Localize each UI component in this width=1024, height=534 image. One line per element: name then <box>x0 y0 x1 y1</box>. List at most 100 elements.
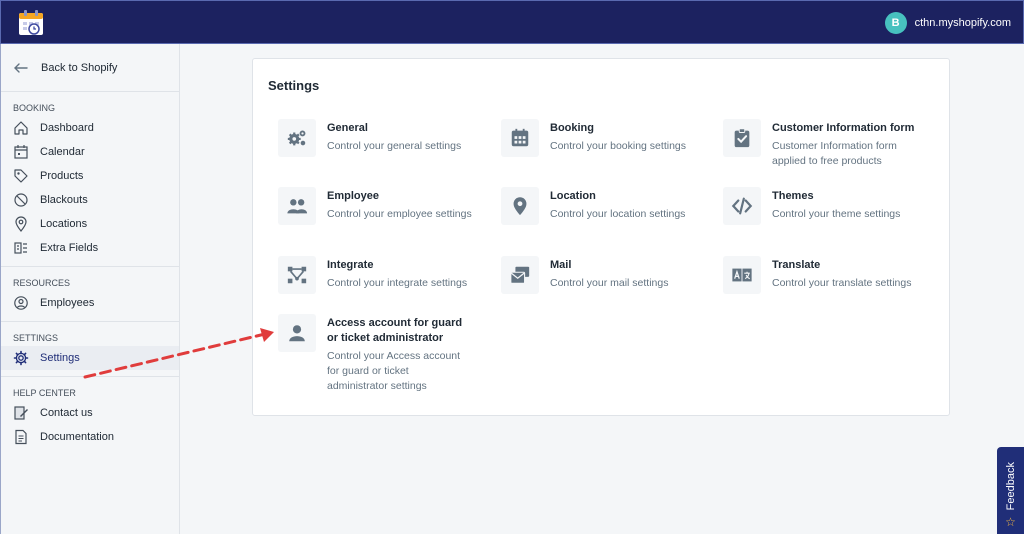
integrate-icon <box>287 266 307 284</box>
page-title: Settings <box>268 78 320 93</box>
sidebar: Back to Shopify BOOKING Dashboard Calend… <box>0 44 180 534</box>
settings-card-mail[interactable]: Mail Control your mail settings <box>501 256 700 294</box>
sidebar-item-documentation[interactable]: Documentation <box>1 425 179 449</box>
sidebar-item-settings[interactable]: Settings <box>1 346 179 370</box>
settings-card-employee[interactable]: Employee Control your employee settings <box>278 187 477 225</box>
section-title: BOOKING <box>13 103 56 113</box>
settings-card-access-account[interactable]: Access account for guard or ticket admin… <box>278 314 467 394</box>
sidebar-item-label: Calendar <box>40 146 85 158</box>
map-pin-icon <box>513 197 527 216</box>
sidebar-item-products[interactable]: Products <box>1 164 179 188</box>
settings-card-location[interactable]: Location Control your location settings <box>501 187 700 225</box>
code-icon <box>731 197 753 215</box>
card-title: General <box>327 122 368 134</box>
feedback-label: Feedback <box>1004 461 1017 510</box>
card-icon-box <box>501 256 539 294</box>
card-description: Control your mail settings <box>550 277 669 289</box>
card-description: Customer Information form applied to fre… <box>772 140 897 167</box>
card-description: Control your integrate settings <box>327 277 468 289</box>
card-description: Control your booking settings <box>550 140 686 152</box>
back-to-shopify-label: Back to Shopify <box>41 61 118 74</box>
card-icon-box <box>723 187 761 225</box>
settings-card-translate[interactable]: Translate Control your translate setting… <box>723 256 932 294</box>
card-title: Customer Information form <box>772 122 915 134</box>
card-icon-box <box>501 187 539 225</box>
card-title: Access account for guard or ticket admin… <box>327 317 463 344</box>
card-description: Control your Access account for guard or… <box>327 350 461 392</box>
sidebar-section-settings: SETTINGS Settings <box>1 322 179 377</box>
card-description: Control your translate settings <box>772 277 912 289</box>
user-circle-icon <box>14 296 28 310</box>
card-icon-box <box>278 314 316 352</box>
mail-icon <box>510 266 530 284</box>
settings-card-customer-information-form[interactable]: Customer Information form Customer Infor… <box>723 119 932 169</box>
translate-icon <box>732 268 752 282</box>
user-icon <box>289 325 305 342</box>
card-description: Control your theme settings <box>772 208 901 220</box>
sidebar-item-extra-fields[interactable]: Extra Fields <box>1 236 179 260</box>
avatar[interactable]: B <box>884 12 907 34</box>
sidebar-item-dashboard[interactable]: Dashboard <box>1 116 179 140</box>
card-icon-box <box>278 187 316 225</box>
calendar-logo-icon[interactable] <box>17 9 45 37</box>
card-title: Booking <box>550 122 594 134</box>
sidebar-item-label: Products <box>40 170 84 182</box>
sidebar-item-locations[interactable]: Locations <box>1 212 179 236</box>
card-description: Control your location settings <box>550 208 686 220</box>
sidebar-item-label: Dashboard <box>40 122 94 134</box>
sidebar-section-help-center: HELP CENTER Contact us Documentation <box>1 377 179 455</box>
sidebar-item-label: Blackouts <box>40 194 88 206</box>
store-switcher[interactable]: B cthn.myshopify.com <box>884 12 1011 34</box>
card-title: Employee <box>327 190 379 202</box>
card-description: Control your employee settings <box>327 208 472 220</box>
settings-panel: Settings General Control your general se… <box>252 58 950 416</box>
card-icon-box <box>278 256 316 294</box>
sidebar-item-label: Contact us <box>40 407 93 419</box>
sidebar-item-calendar[interactable]: Calendar <box>1 140 179 164</box>
arrow-left-icon <box>14 62 28 73</box>
settings-card-general[interactable]: General Control your general settings <box>278 119 477 157</box>
home-icon <box>14 121 28 135</box>
sidebar-item-label: Locations <box>40 218 88 230</box>
sidebar-item-blackouts[interactable]: Blackouts <box>1 188 179 212</box>
card-title: Mail <box>550 259 572 271</box>
sidebar-item-employees[interactable]: Employees <box>1 291 179 315</box>
card-description: Control your general settings <box>327 140 462 152</box>
settings-card-integrate[interactable]: Integrate Control your integrate setting… <box>278 256 477 294</box>
sidebar-item-label: Employees <box>40 297 95 309</box>
sidebar-item-label: Settings <box>40 352 80 364</box>
location-pin-icon <box>15 216 27 232</box>
card-title: Themes <box>772 190 814 202</box>
ban-icon <box>14 193 28 207</box>
section-title: RESOURCES <box>13 278 71 288</box>
sidebar-item-contact-us[interactable]: Contact us <box>1 401 179 425</box>
card-icon-box <box>501 119 539 157</box>
calendar-icon <box>14 145 28 159</box>
section-title: SETTINGS <box>13 333 59 343</box>
edit-note-icon <box>14 406 28 420</box>
card-title: Location <box>550 190 596 202</box>
calendar-icon <box>511 128 529 147</box>
gears-icon <box>287 130 306 146</box>
star-icon: ☆ <box>1005 515 1016 529</box>
card-title: Integrate <box>327 259 374 271</box>
top-bar: B cthn.myshopify.com <box>0 0 1024 44</box>
settings-card-booking[interactable]: Booking Control your booking settings <box>501 119 700 157</box>
card-icon-box <box>278 119 316 157</box>
document-icon <box>15 429 27 445</box>
form-fields-icon <box>14 242 27 254</box>
card-icon-box <box>723 256 761 294</box>
feedback-tab[interactable]: Feedback ☆ <box>997 447 1024 534</box>
gear-icon <box>13 350 29 366</box>
store-name[interactable]: cthn.myshopify.com <box>915 17 1011 29</box>
tag-icon <box>14 169 28 183</box>
section-title: HELP CENTER <box>13 388 76 398</box>
sidebar-section-resources: RESOURCES Employees <box>1 267 179 322</box>
users-icon <box>287 199 308 214</box>
clipboard-check-icon <box>734 128 750 148</box>
card-icon-box <box>723 119 761 157</box>
sidebar-section-booking: BOOKING Dashboard Calendar Products Blac… <box>1 92 179 267</box>
back-to-shopify-link[interactable]: Back to Shopify <box>1 44 179 92</box>
sidebar-item-label: Extra Fields <box>40 242 99 254</box>
settings-card-themes[interactable]: Themes Control your theme settings <box>723 187 932 225</box>
